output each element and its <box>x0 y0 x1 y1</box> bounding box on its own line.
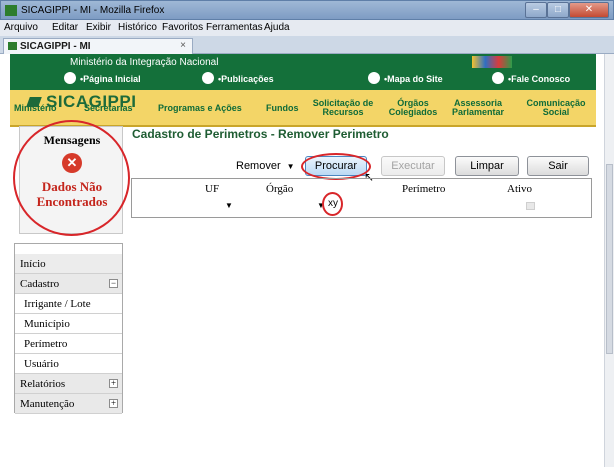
window-controls: – □ ✕ <box>525 2 609 18</box>
column-ativo: Ativo <box>507 183 533 195</box>
menu-ferramentas[interactable]: Ferramentas <box>206 22 263 33</box>
browser-tabbar: SICAGIPPI - MI × <box>0 36 614 54</box>
nav-fundos[interactable]: Fundos <box>266 104 299 113</box>
logo-mark-icon <box>26 97 42 107</box>
nav-assessoria-parlamentar[interactable]: Assessoria Parlamentar <box>446 99 510 117</box>
ministerio-link[interactable]: Ministério da Integração Nacional <box>70 57 218 68</box>
publications-icon <box>202 72 214 84</box>
brasil-logo <box>472 56 512 68</box>
nav-comunicacao-social[interactable]: Comunicação Social <box>520 99 592 117</box>
browser-menubar: Arquivo Editar Exibir Histórico Favorito… <box>0 20 614 36</box>
side-menu: Início Cadastro − Irrigante / Lote Municí… <box>14 243 123 414</box>
gov-bar: Ministério da Integração Nacional •Págin… <box>10 54 596 90</box>
annotation-circle-message <box>13 120 130 236</box>
nav-solicitacao-de-recursos[interactable]: Solicitação de Recursos <box>306 99 380 117</box>
mode-select[interactable]: Remover ▼ <box>236 160 295 172</box>
link-pagina-inicial[interactable]: •Página Inicial <box>80 74 141 84</box>
tab-label: SICAGIPPI - MI <box>20 41 91 52</box>
column-uf: UF <box>205 183 220 195</box>
annotation-circle-xy <box>322 192 343 216</box>
tab-sicagippi[interactable]: SICAGIPPI - MI × <box>3 38 193 54</box>
minimize-button[interactable]: – <box>525 2 547 18</box>
close-window-button[interactable]: ✕ <box>569 2 609 18</box>
link-fale-conosco[interactable]: •Fale Conosco <box>508 74 570 84</box>
tab-favicon <box>8 42 17 50</box>
side-menu-cadastro[interactable]: Cadastro − <box>15 274 122 294</box>
side-menu-usuario[interactable]: Usuário <box>15 354 122 374</box>
column-orgao: Órgão <box>266 183 294 195</box>
menu-arquivo[interactable]: Arquivo <box>4 22 38 33</box>
expand-icon[interactable]: + <box>109 379 118 388</box>
menu-exibir[interactable]: Exibir <box>86 22 111 33</box>
menu-favoritos[interactable]: Favoritos <box>162 22 203 33</box>
limpar-button[interactable]: Limpar <box>455 156 519 176</box>
filter-grid: UF Órgão Perímetro Ativo ▼ ▼ xy <box>131 178 592 218</box>
logo-text: SICAGIPPI <box>46 92 137 111</box>
mode-select-value: Remover <box>236 160 281 172</box>
executar-button[interactable]: Executar <box>381 156 445 176</box>
page-title: Cadastro de Perimetros - Remover Perimet… <box>132 127 389 141</box>
maximize-button[interactable]: □ <box>547 2 569 18</box>
collapse-icon[interactable]: − <box>109 279 118 288</box>
expand-icon[interactable]: + <box>109 399 118 408</box>
link-publicacoes[interactable]: •Publicações <box>218 74 274 84</box>
side-menu-irrigante-lote[interactable]: Irrigante / Lote <box>15 294 122 314</box>
uf-dropdown-arrow-icon[interactable]: ▼ <box>225 201 233 210</box>
window-titlebar: SICAGIPPI - MI - Mozilla Firefox – □ ✕ <box>0 0 614 20</box>
window-title: SICAGIPPI - MI - Mozilla Firefox <box>21 5 165 16</box>
nav-orgaos-colegiados[interactable]: Órgãos Colegiados <box>386 99 440 117</box>
mail-icon <box>492 72 504 84</box>
side-menu-cadastro-label: Cadastro <box>20 278 60 290</box>
menu-ajuda[interactable]: Ajuda <box>264 22 290 33</box>
vertical-scrollbar[interactable] <box>604 54 614 467</box>
column-perimetro: Perímetro <box>402 183 446 195</box>
chevron-down-icon: ▼ <box>286 162 295 171</box>
side-menu-manutencao-label: Manutenção <box>20 398 75 410</box>
sicagippi-logo: SICAGIPPI <box>26 92 137 112</box>
side-menu-municipio[interactable]: Município <box>15 314 122 334</box>
side-menu-perimetro[interactable]: Perímetro <box>15 334 122 354</box>
side-menu-inicio[interactable]: Início <box>15 254 122 274</box>
menu-historico[interactable]: Histórico <box>118 22 157 33</box>
ativo-checkbox[interactable] <box>526 202 535 210</box>
firefox-page-icon <box>5 5 17 16</box>
side-menu-relatorios[interactable]: Relatórios + <box>15 374 122 394</box>
home-icon <box>64 72 76 84</box>
scrollbar-thumb[interactable] <box>606 164 613 354</box>
sair-button[interactable]: Sair <box>527 156 589 176</box>
tab-close-icon[interactable]: × <box>180 40 186 51</box>
side-menu-manutencao[interactable]: Manutenção + <box>15 394 122 414</box>
link-mapa-do-site[interactable]: •Mapa do Site <box>384 74 443 84</box>
nav-programas-e-acoes[interactable]: Programas e Ações <box>158 104 242 113</box>
side-menu-relatorios-label: Relatórios <box>20 378 66 390</box>
menu-editar[interactable]: Editar <box>52 22 78 33</box>
annotation-circle-procurar <box>301 153 371 180</box>
sitemap-icon <box>368 72 380 84</box>
